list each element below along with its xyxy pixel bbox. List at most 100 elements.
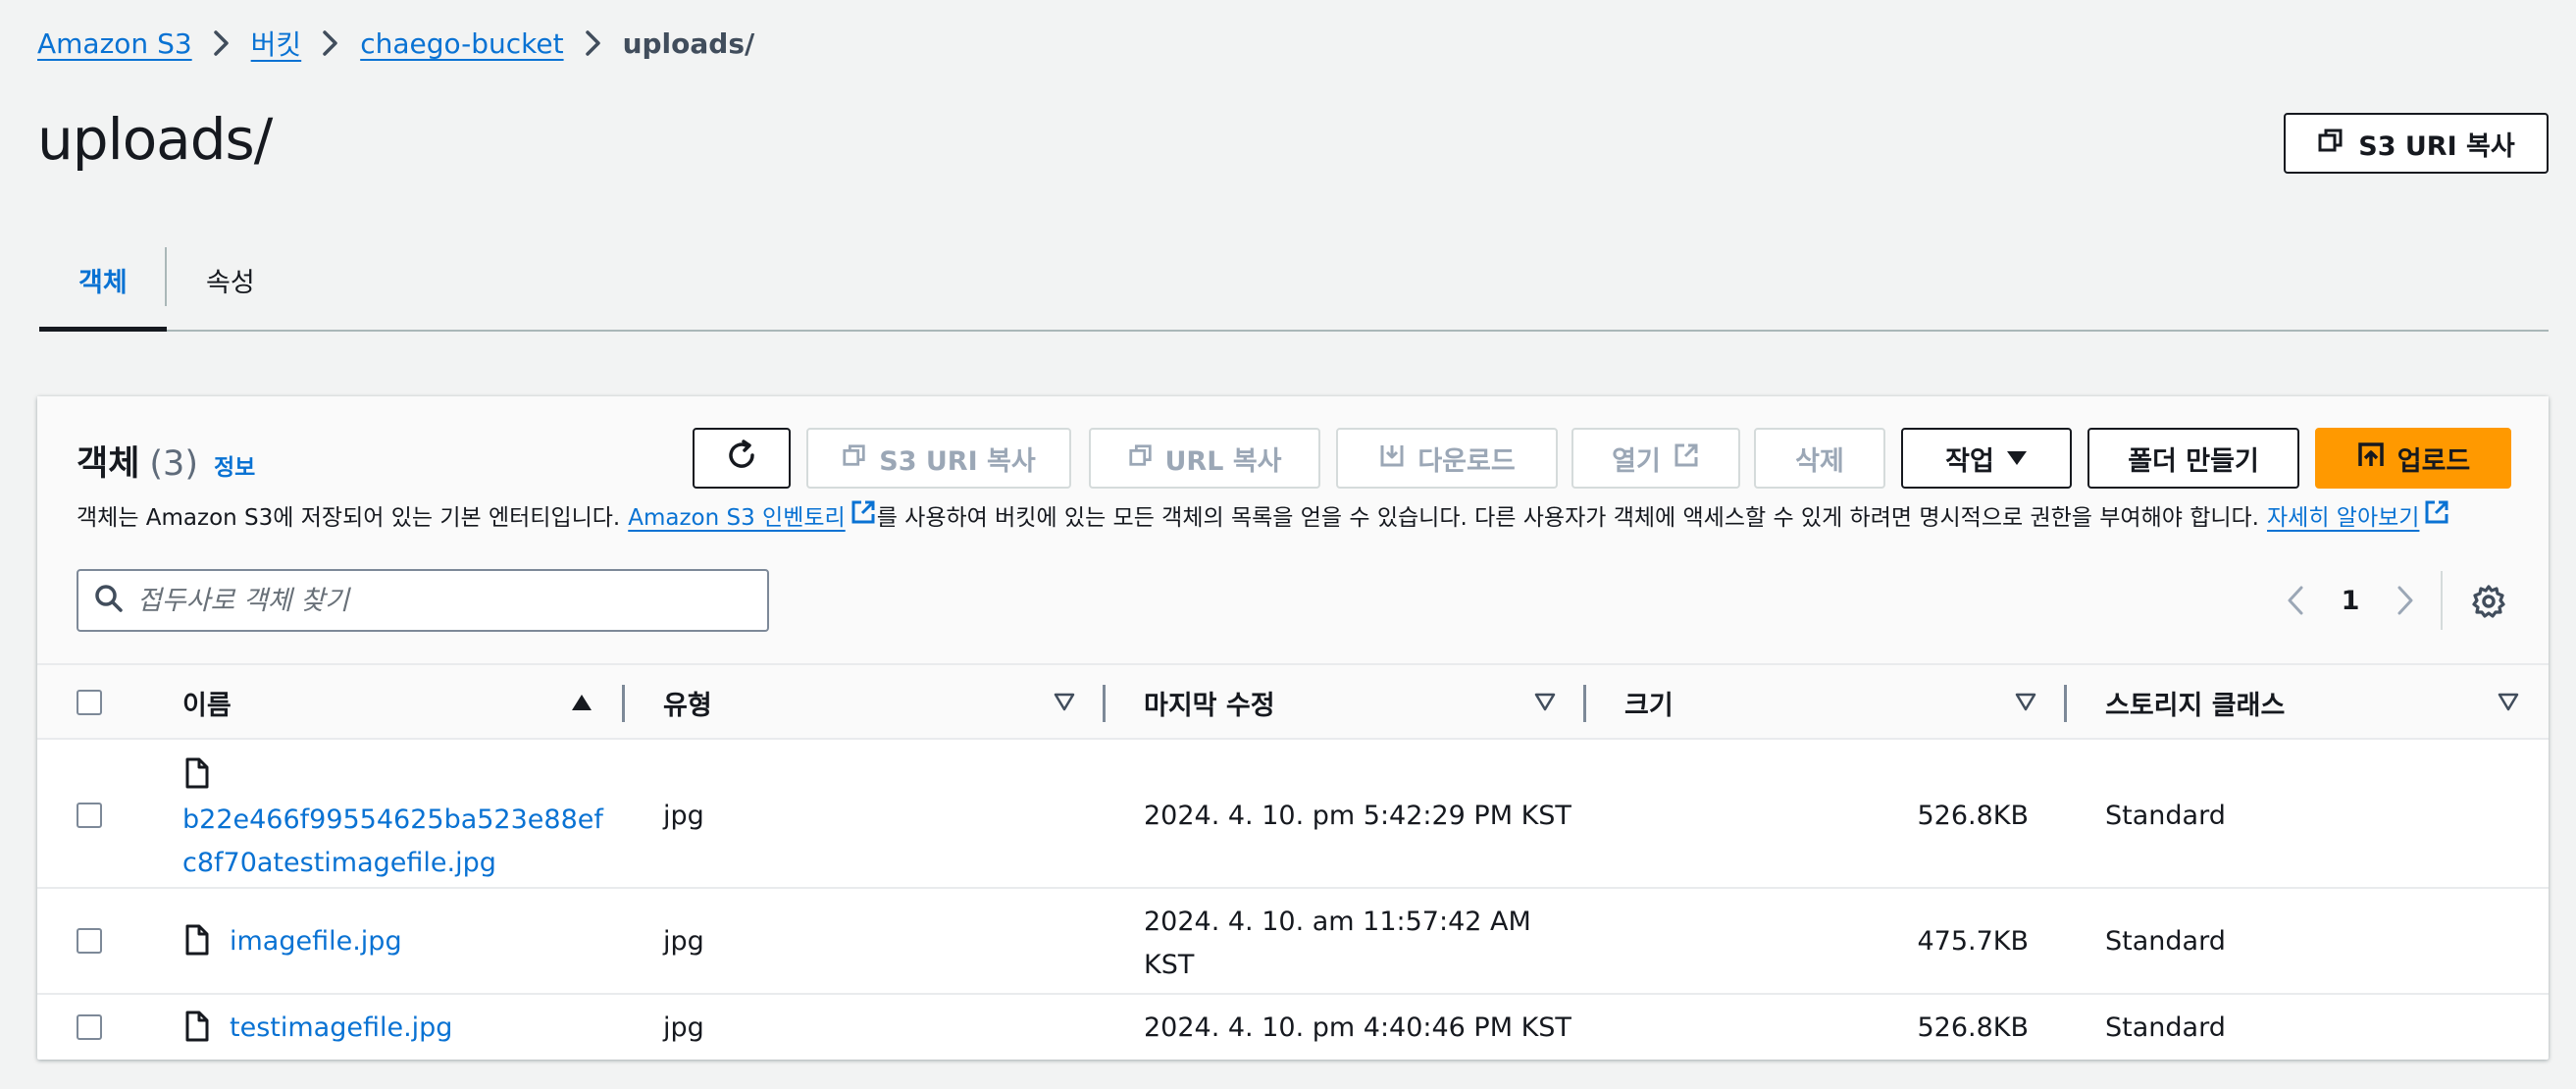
column-header-type[interactable]: 유형 bbox=[663, 665, 712, 740]
refresh-icon bbox=[725, 439, 758, 479]
download-label: 다운로드 bbox=[1417, 445, 1516, 477]
chevron-right-icon bbox=[564, 29, 623, 57]
caret-down-icon bbox=[2006, 443, 2028, 474]
table-header: 이름 유형 마지막 수정 크기 스토리지 클래스 bbox=[37, 663, 2549, 740]
object-name-link[interactable]: b22e466f99554625ba523e88ef c8f70atestima… bbox=[182, 799, 603, 885]
pagination: 1 bbox=[2268, 573, 2433, 628]
tab-bar: 객체 속성 bbox=[39, 226, 2549, 332]
row-checkbox[interactable] bbox=[77, 803, 102, 828]
file-icon bbox=[184, 924, 210, 959]
upload-icon bbox=[2356, 441, 2386, 477]
breadcrumb-buckets[interactable]: 버킷 bbox=[251, 24, 302, 63]
external-link-icon bbox=[850, 498, 877, 532]
file-icon bbox=[184, 1011, 210, 1046]
refresh-button[interactable] bbox=[693, 428, 791, 489]
sort-icon[interactable] bbox=[2498, 693, 2519, 716]
objects-description: 객체는 Amazon S3에 저장되어 있는 기본 엔터티입니다. Amazon… bbox=[77, 498, 2450, 532]
download-icon bbox=[1378, 441, 1406, 476]
chevron-right-icon bbox=[301, 29, 360, 57]
external-link-icon bbox=[1673, 441, 1700, 476]
column-header-size[interactable]: 크기 bbox=[1624, 665, 1674, 740]
object-last-modified: 2024. 4. 10. am 11:57:42 AM KST bbox=[1144, 901, 1531, 987]
column-header-name[interactable]: 이름 bbox=[182, 665, 232, 740]
tab-objects[interactable]: 객체 bbox=[39, 261, 167, 332]
search-input[interactable] bbox=[137, 585, 746, 616]
column-header-last-modified[interactable]: 마지막 수정 bbox=[1144, 665, 1275, 740]
table-row: b22e466f99554625ba523e88ef c8f70atestima… bbox=[37, 740, 2549, 889]
learn-more-link[interactable]: 자세히 알아보기 bbox=[2267, 498, 2450, 532]
settings-gear-icon[interactable] bbox=[2466, 579, 2511, 624]
row-checkbox[interactable] bbox=[77, 928, 102, 954]
info-link[interactable]: 정보 bbox=[214, 448, 255, 482]
open-button[interactable]: 열기 bbox=[1571, 428, 1740, 489]
copy-icon bbox=[2317, 127, 2344, 161]
chevron-right-icon[interactable] bbox=[2378, 573, 2433, 628]
create-folder-button[interactable]: 폴더 만들기 bbox=[2087, 428, 2299, 489]
inventory-link[interactable]: Amazon S3 인벤토리 bbox=[628, 498, 876, 532]
copy-s3-uri-button[interactable]: S3 URI 복사 bbox=[2284, 113, 2549, 174]
object-type: jpg bbox=[663, 801, 704, 831]
objects-count: (3) bbox=[149, 444, 198, 484]
delete-label: 삭제 bbox=[1795, 445, 1844, 477]
description-text-2: 를 사용하여 버킷에 있는 모든 객체의 목록을 얻을 수 있습니다. 다른 사… bbox=[876, 505, 2259, 531]
copy-url-button[interactable]: URL 복사 bbox=[1089, 428, 1320, 489]
pager-divider bbox=[2441, 571, 2443, 630]
create-folder-label: 폴더 만들기 bbox=[2128, 445, 2259, 477]
file-icon bbox=[184, 757, 210, 793]
object-name-link[interactable]: imagefile.jpg bbox=[230, 926, 402, 957]
sort-icon[interactable] bbox=[1054, 693, 1075, 716]
tab-properties[interactable]: 속성 bbox=[167, 261, 294, 332]
objects-heading: 객체 bbox=[77, 444, 140, 484]
modified-line: 2024. 4. 10. am 11:57:42 AM bbox=[1144, 907, 1531, 937]
object-size: 526.8KB bbox=[1917, 1012, 2029, 1043]
copy-s3-uri-label: S3 URI 복사 bbox=[2358, 130, 2515, 162]
actions-label: 작업 bbox=[1945, 445, 1994, 477]
breadcrumb-amazon-s3[interactable]: Amazon S3 bbox=[37, 27, 192, 60]
object-storage-class: Standard bbox=[2105, 1012, 2226, 1043]
sort-icon[interactable] bbox=[2015, 693, 2036, 716]
open-label: 열기 bbox=[1612, 445, 1661, 477]
copy-icon bbox=[1128, 442, 1154, 475]
breadcrumb-current: uploads/ bbox=[622, 26, 755, 60]
column-separator[interactable] bbox=[2064, 685, 2067, 722]
select-all-checkbox[interactable] bbox=[77, 690, 102, 715]
upload-button[interactable]: 업로드 bbox=[2315, 428, 2511, 489]
breadcrumb-bucket[interactable]: chaego-bucket bbox=[360, 27, 563, 60]
column-separator[interactable] bbox=[622, 685, 625, 722]
inventory-link-label: Amazon S3 인벤토리 bbox=[628, 505, 846, 531]
page-number[interactable]: 1 bbox=[2323, 586, 2378, 616]
copy-s3-uri-action-button[interactable]: S3 URI 복사 bbox=[806, 428, 1071, 489]
object-storage-class: Standard bbox=[2105, 801, 2226, 831]
row-checkbox[interactable] bbox=[77, 1014, 102, 1040]
sort-icon[interactable] bbox=[1534, 693, 1556, 716]
actions-dropdown[interactable]: 작업 bbox=[1901, 428, 2072, 489]
column-separator[interactable] bbox=[1103, 685, 1106, 722]
copy-url-label: URL 복사 bbox=[1164, 445, 1282, 477]
column-header-storage-class[interactable]: 스토리지 클래스 bbox=[2105, 665, 2285, 740]
object-type: jpg bbox=[663, 1012, 704, 1043]
upload-label: 업로드 bbox=[2396, 445, 2471, 477]
object-storage-class: Standard bbox=[2105, 926, 2226, 957]
object-type: jpg bbox=[663, 926, 704, 957]
object-name-link[interactable]: testimagefile.jpg bbox=[230, 1012, 452, 1043]
chevron-left-icon[interactable] bbox=[2268, 573, 2323, 628]
modified-line: KST bbox=[1144, 950, 1195, 980]
object-last-modified: 2024. 4. 10. pm 4:40:46 PM KST bbox=[1144, 1012, 1571, 1043]
objects-panel: 객체 (3) 정보 S3 URI 복사 URL 복사 다운로드 열기 삭제 작업… bbox=[37, 396, 2549, 1060]
learn-more-label: 자세히 알아보기 bbox=[2267, 505, 2420, 531]
breadcrumb: Amazon S3 버킷 chaego-bucket uploads/ bbox=[37, 24, 754, 63]
delete-button[interactable]: 삭제 bbox=[1754, 428, 1885, 489]
objects-panel-header: 객체 (3) 정보 S3 URI 복사 URL 복사 다운로드 열기 삭제 작업… bbox=[37, 396, 2549, 663]
select-all-checkbox-cell bbox=[77, 665, 102, 740]
chevron-right-icon bbox=[192, 29, 251, 57]
copy-s3-uri-action-label: S3 URI 복사 bbox=[879, 445, 1036, 477]
object-name-line: c8f70atestimagefile.jpg bbox=[182, 848, 496, 878]
download-button[interactable]: 다운로드 bbox=[1336, 428, 1558, 489]
copy-icon bbox=[842, 442, 867, 475]
column-separator[interactable] bbox=[1583, 685, 1586, 722]
sort-ascending-icon[interactable] bbox=[571, 693, 592, 716]
external-link-icon bbox=[2423, 498, 2450, 532]
object-last-modified: 2024. 4. 10. pm 5:42:29 PM KST bbox=[1144, 801, 1571, 831]
search-box bbox=[77, 569, 769, 632]
object-size: 526.8KB bbox=[1917, 801, 2029, 831]
